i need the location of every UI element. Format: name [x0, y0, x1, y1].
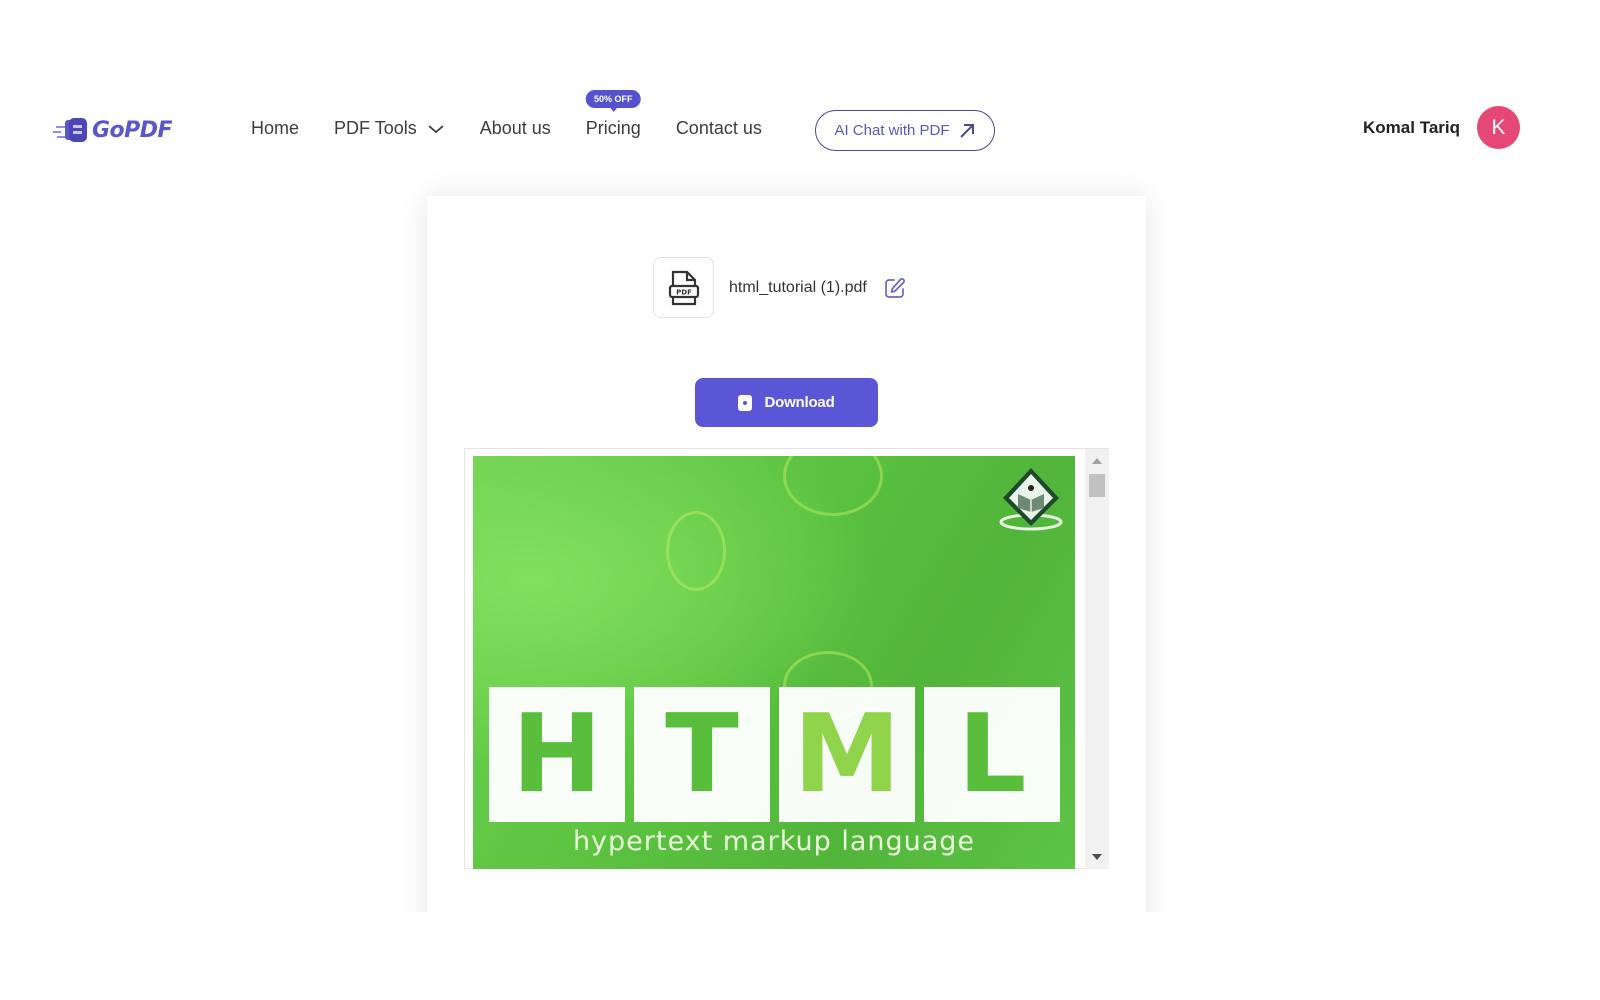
pdf-page-1: H T M L hypertext markup language	[473, 456, 1075, 869]
decor-bubble	[666, 511, 726, 591]
user-name: Komal Tariq	[1363, 117, 1460, 137]
avatar[interactable]: K	[1477, 106, 1520, 149]
user-menu[interactable]: Komal Tariq K	[1363, 106, 1520, 149]
logo-text: GoPDF	[92, 117, 173, 143]
scroll-up-arrow-icon[interactable]	[1092, 458, 1102, 464]
arrow-up-right-icon	[959, 123, 974, 138]
gopdf-logo[interactable]: GoPDF	[53, 117, 173, 143]
chevron-down-icon	[428, 124, 444, 133]
letter-tile: M	[779, 687, 915, 822]
top-navigation-bar: GoPDF Home PDF Tools About us 50% OFF Pr…	[0, 0, 1600, 190]
nav-pdf-tools[interactable]: PDF Tools	[334, 118, 445, 139]
ai-chat-label: AI Chat with PDF	[834, 122, 950, 139]
nav-contact-label: Contact us	[675, 118, 762, 138]
nav-home-label: Home	[251, 118, 300, 138]
discount-badge: 50% OFF	[586, 90, 641, 112]
ai-chat-with-pdf-button[interactable]: AI Chat with PDF	[815, 110, 995, 151]
file-info: PDF html_tutorial (1).pdf	[653, 257, 907, 318]
logo-icon	[53, 118, 87, 142]
decor-bubble	[783, 456, 883, 516]
scroll-down-arrow-icon[interactable]	[1092, 854, 1102, 860]
tutorialspoint-logo-icon	[999, 468, 1063, 531]
download-icon	[738, 394, 753, 411]
letter-tile: T	[634, 687, 770, 822]
pdf-preview[interactable]: H T M L hypertext markup language	[464, 448, 1109, 869]
nav-about-us[interactable]: About us	[480, 118, 551, 139]
preview-scrollbar[interactable]	[1085, 449, 1109, 869]
html-title-letters: H T M L	[489, 687, 1060, 822]
download-label: Download	[764, 394, 835, 411]
nav-pdf-tools-label: PDF Tools	[334, 118, 417, 138]
nav-contact-us[interactable]: Contact us	[676, 118, 762, 139]
nav-pricing[interactable]: 50% OFF Pricing	[585, 90, 641, 139]
download-button[interactable]: Download	[695, 378, 878, 427]
scrollbar-thumb[interactable]	[1089, 474, 1105, 497]
page-bottom	[0, 912, 1600, 1000]
nav-home[interactable]: Home	[251, 118, 299, 139]
main-nav: Home PDF Tools About us 50% OFF Pricing …	[251, 90, 797, 139]
svg-text:PDF: PDF	[676, 288, 692, 296]
nav-about-label: About us	[479, 118, 551, 138]
letter-tile: H	[489, 687, 625, 822]
file-name: html_tutorial (1).pdf	[729, 278, 867, 296]
nav-pricing-label: Pricing	[585, 118, 641, 138]
edit-icon[interactable]	[883, 276, 907, 300]
pdf-file-icon: PDF	[653, 257, 714, 318]
letter-tile: L	[924, 687, 1060, 822]
pdf-document-icon: PDF	[668, 270, 699, 305]
page-tagline: hypertext markup language	[572, 826, 976, 857]
